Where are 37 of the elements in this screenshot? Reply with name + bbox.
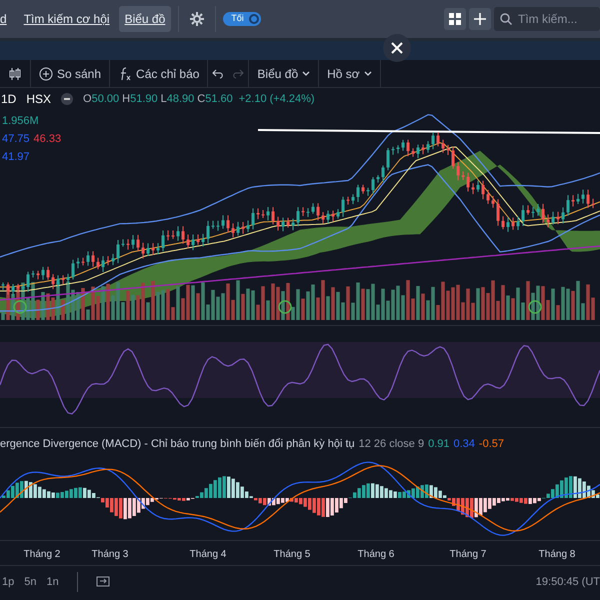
indicator-value: 46.33: [34, 132, 62, 147]
indicator-value: 0.91: [428, 437, 450, 452]
ohlc-value: L48.90: [160, 92, 194, 107]
indicator-value: 41.97: [2, 150, 30, 165]
search-box[interactable]: Tìm kiếm...: [494, 7, 600, 31]
interval-label[interactable]: 1D: [1, 90, 16, 108]
theme-toggle[interactable]: Tối: [223, 12, 262, 26]
indicator-value: 1.956M: [2, 114, 39, 129]
indicator-value: 0.34: [454, 437, 475, 452]
toolbar-button[interactable]: So sánh: [31, 60, 110, 87]
dropdown-button[interactable]: Biểu đồ: [249, 60, 320, 87]
nav-tab[interactable]: Biểu đồ: [118, 6, 172, 32]
indicator-value: -0.57: [478, 437, 504, 452]
nav-tab[interactable]: d: [0, 6, 15, 32]
axis-label: Tháng 4: [190, 548, 226, 562]
indicator-value: 47.75: [2, 132, 30, 147]
nav-tab[interactable]: Tìm kiếm cơ hội: [18, 6, 116, 32]
indicator-title: ergence Divergence (MACD) - Chỉ báo trung bình biến đổi phân kỳ hội tụ: [0, 437, 355, 452]
indicator-params: 12 26 close 9: [358, 437, 424, 452]
search-field[interactable]: Tìm kiếm...: [516, 9, 596, 29]
axis-label: Tháng 6: [358, 548, 394, 562]
axis-label: Tháng 8: [538, 548, 576, 562]
axis-label: Tháng 3: [92, 548, 128, 562]
exchange-label: HSX: [26, 91, 52, 108]
axis-label: Tháng 5: [274, 548, 310, 562]
range-button[interactable]: 1n: [46, 574, 59, 590]
range-button[interactable]: 5n: [24, 574, 36, 590]
dropdown-button[interactable]: Hồ sơ: [319, 60, 381, 87]
axis-label: Tháng 2: [24, 548, 60, 562]
ohlc-value: H51.90: [122, 92, 158, 107]
change-value: +2.10 (+4.24%): [238, 92, 315, 107]
range-button[interactable]: 1p: [2, 574, 14, 590]
toolbar-button[interactable]: Các chỉ báo: [110, 60, 208, 87]
ohlc-value: C51.60: [197, 92, 233, 107]
clock-time: 19:50:45 (UT: [536, 574, 600, 590]
ohlc-value: O50.00: [83, 92, 120, 107]
axis-label: Tháng 7: [450, 548, 486, 562]
